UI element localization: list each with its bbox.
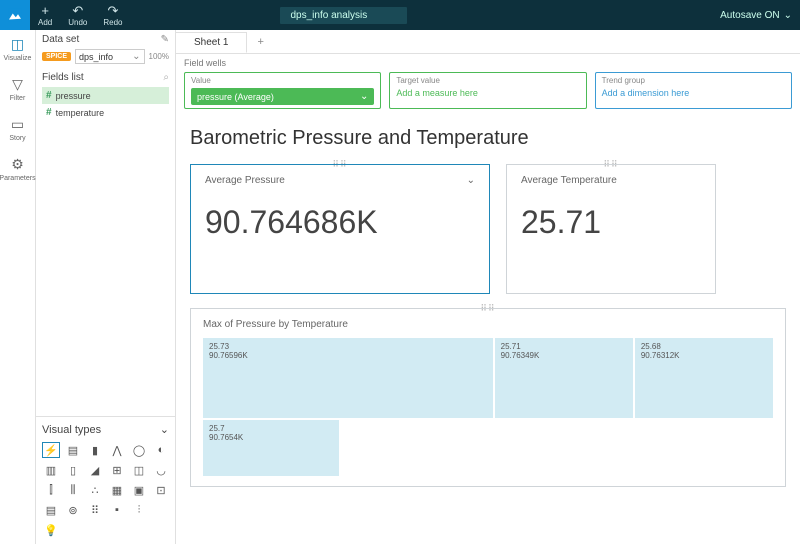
vt-heatmap[interactable]: ▦: [108, 482, 126, 498]
vt-pie[interactable]: ◐: [152, 442, 170, 458]
vt-barline[interactable]: ⫿: [42, 482, 60, 498]
redo-button[interactable]: ↷Redo: [95, 0, 130, 30]
search-icon[interactable]: ⌕: [163, 72, 169, 83]
spice-badge: SPICE: [42, 52, 71, 61]
dashboard-title: Barometric Pressure and Temperature: [190, 127, 786, 150]
dataset-select[interactable]: dps_info: [75, 49, 145, 64]
visual-types-panel: Visual types⌄ ⚡ ▤ ▮ ⋀ ◯ ◐ ▥ ▯ ◢ ⊞ ◫ ◡ ⫿ …: [36, 416, 175, 544]
side-panel: Data set ✎ SPICE dps_info 100% Fields lis…: [36, 30, 176, 544]
vt-map[interactable]: ⊚: [64, 502, 82, 518]
drag-handle-icon[interactable]: ⠿⠿: [603, 159, 618, 170]
well-trend[interactable]: Trend group Add a dimension here: [595, 72, 792, 109]
add-button[interactable]: +Add: [30, 0, 60, 30]
rail-filter[interactable]: ▽Filter: [10, 76, 26, 102]
drag-handle-icon[interactable]: ⠿⠿: [332, 159, 347, 170]
dataset-pct: 100%: [149, 52, 169, 61]
vt-waterfall[interactable]: ⫶: [130, 502, 148, 518]
drag-handle-icon[interactable]: ⠿⠿: [480, 303, 495, 314]
app-logo[interactable]: [0, 0, 30, 30]
vt-auto[interactable]: ⚡: [42, 442, 60, 458]
tree-cell[interactable]: 25.6890.76312K: [635, 338, 773, 418]
vt-points[interactable]: ⠿: [86, 502, 104, 518]
field-temperature[interactable]: #temperature: [42, 104, 169, 121]
dataset-header: Data set: [42, 34, 79, 45]
vt-kpi[interactable]: ◫: [130, 462, 148, 478]
vt-tree[interactable]: ▣: [130, 482, 148, 498]
topbar: +Add ↶Undo ↷Redo dps_info analysis Autos…: [0, 0, 800, 30]
autosave-toggle[interactable]: Autosave ON⌄: [720, 10, 792, 21]
well-target[interactable]: Target value Add a measure here: [389, 72, 586, 109]
treemap-visual[interactable]: ⠿⠿ Max of Pressure by Temperature 25.739…: [190, 308, 786, 487]
vt-line[interactable]: ⋀: [108, 442, 126, 458]
chevron-down-icon[interactable]: ⌄: [467, 175, 475, 186]
left-rail: ◫Visualize ▽Filter ▭Story ⚙Parameters: [0, 30, 36, 544]
vt-gauge[interactable]: ◡: [152, 462, 170, 478]
rail-visualize[interactable]: ◫Visualize: [4, 36, 32, 62]
canvas: Sheet 1 + Field wells Value pressure (Av…: [176, 30, 800, 544]
field-pressure[interactable]: #pressure: [42, 87, 169, 104]
vt-hbar[interactable]: ▤: [64, 442, 82, 458]
analysis-title: dps_info analysis: [280, 7, 407, 24]
vt-clustered[interactable]: ⫼: [64, 482, 82, 498]
kpi-temperature[interactable]: ⠿⠿ Average Temperature 25.71: [506, 164, 716, 294]
vt-combo[interactable]: ⊞: [108, 462, 126, 478]
tree-cell[interactable]: 25.7190.76349K: [495, 338, 633, 418]
tree-cell[interactable]: 25.7390.76596K: [203, 338, 493, 418]
vt-table[interactable]: ▤: [42, 502, 60, 518]
vt-area[interactable]: ◢: [86, 462, 104, 478]
rail-parameters[interactable]: ⚙Parameters: [0, 156, 36, 182]
field-wells-label: Field wells: [176, 54, 800, 72]
vt-scatter[interactable]: ∴: [86, 482, 104, 498]
vt-stackv[interactable]: ▯: [64, 462, 82, 478]
well-value[interactable]: Value pressure (Average): [184, 72, 381, 109]
vt-pivot[interactable]: ⊡: [152, 482, 170, 498]
vt-geo[interactable]: ▪: [108, 502, 126, 518]
value-chip[interactable]: pressure (Average): [191, 88, 374, 105]
undo-button[interactable]: ↶Undo: [60, 0, 95, 30]
fields-header: Fields list: [42, 72, 84, 83]
vt-vbar[interactable]: ▮: [86, 442, 104, 458]
tab-sheet1[interactable]: Sheet 1: [176, 32, 247, 53]
vt-stackh[interactable]: ▥: [42, 462, 60, 478]
kpi-pressure[interactable]: ⠿⠿ Average Pressure⌄ 90.764686K: [190, 164, 490, 294]
edit-icon[interactable]: ✎: [161, 34, 169, 45]
tab-add[interactable]: +: [247, 32, 273, 52]
tree-cell[interactable]: 25.790.7654K: [203, 420, 339, 476]
vt-donut[interactable]: ◯: [130, 442, 148, 458]
rail-story[interactable]: ▭Story: [9, 116, 25, 142]
chevron-down-icon[interactable]: ⌄: [160, 423, 169, 436]
vt-insight[interactable]: 💡: [42, 522, 60, 538]
